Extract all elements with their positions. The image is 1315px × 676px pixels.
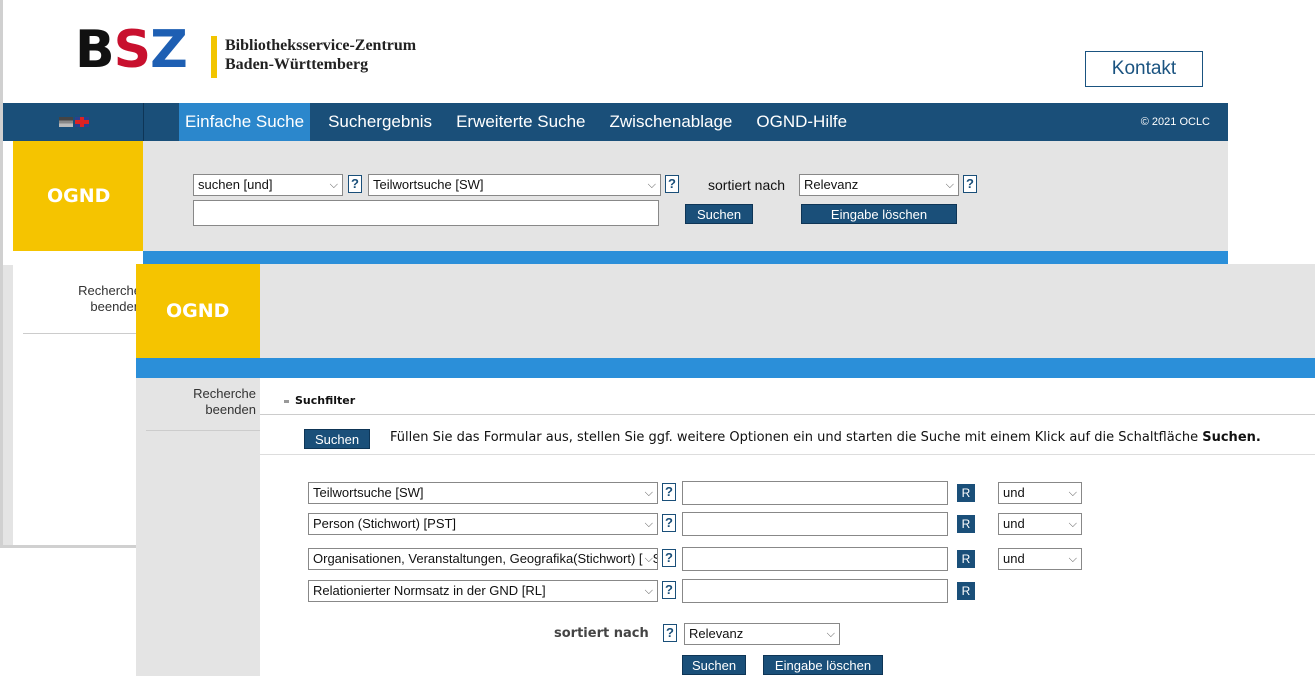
help-question-icon[interactable]: ?: [662, 549, 676, 567]
chevron-down-icon: ⌵: [644, 585, 653, 597]
sort-select[interactable]: Relevanz ⌵: [684, 623, 840, 645]
chevron-down-icon: ⌵: [1068, 518, 1077, 530]
sidebar: [136, 378, 260, 676]
navbar-divider: [143, 103, 144, 141]
filter-value-input[interactable]: [682, 512, 948, 536]
flag-uk-icon[interactable]: [75, 117, 89, 127]
register-button[interactable]: R: [957, 550, 975, 568]
recherche-beenden-link[interactable]: Recherche beenden: [13, 283, 141, 315]
register-button[interactable]: R: [957, 484, 975, 502]
advanced-search-window: OGND Recherche beenden Suchfilter Suchen…: [136, 264, 1315, 676]
boolean-operator-select[interactable]: und ⌵: [998, 513, 1082, 535]
sort-label: sortiert nach: [554, 626, 649, 641]
clear-button[interactable]: Eingabe löschen: [801, 204, 957, 224]
sort-label: sortiert nach: [708, 177, 786, 193]
language-switcher: [59, 117, 89, 127]
chevron-down-icon: ⌵: [1068, 553, 1077, 565]
tab-ognd-hilfe[interactable]: OGND-Hilfe: [750, 103, 853, 141]
chevron-down-icon: ⌵: [945, 179, 954, 191]
logo-yellow-bar: [211, 36, 217, 78]
instruction-text: Füllen Sie das Formular aus, stellen Sie…: [390, 430, 1261, 445]
help-question-icon[interactable]: ?: [662, 483, 676, 501]
kontakt-button[interactable]: Kontakt: [1085, 51, 1203, 87]
left-gutter: [3, 265, 13, 545]
copyright: © 2021 OCLC: [1140, 116, 1210, 128]
chevron-down-icon: ⌵: [644, 487, 653, 499]
chevron-down-icon: ⌵: [1068, 487, 1077, 499]
divider: [260, 454, 1315, 455]
chevron-down-icon: ⌵: [642, 549, 653, 569]
chevron-down-icon: ⌵: [329, 179, 338, 191]
recherche-beenden-link[interactable]: Recherche beenden: [136, 386, 256, 418]
chevron-down-icon: ⌵: [647, 179, 656, 191]
field-select[interactable]: Teilwortsuche [SW] ⌵: [368, 174, 661, 196]
filter-field-select[interactable]: Teilwortsuche [SW] ⌵: [308, 482, 658, 504]
main-navbar: Einfache Suche Suchergebnis Erweiterte S…: [3, 103, 1228, 141]
filter-field-select[interactable]: Organisationen, Veranstaltungen, Geograf…: [308, 548, 658, 570]
help-question-icon[interactable]: ?: [963, 175, 977, 193]
help-question-icon[interactable]: ?: [348, 175, 362, 193]
accent-strip: [136, 358, 1315, 378]
divider: [260, 414, 1315, 415]
chevron-down-icon: ⌵: [826, 628, 835, 640]
search-button[interactable]: Suchen: [682, 655, 746, 675]
tab-erweiterte-suche[interactable]: Erweiterte Suche: [450, 103, 591, 141]
chevron-down-icon: ⌵: [644, 518, 653, 530]
operator-select[interactable]: suchen [und] ⌵: [193, 174, 343, 196]
search-button[interactable]: Suchen: [685, 204, 753, 224]
filter-value-input[interactable]: [682, 481, 948, 505]
nav-tabs: Einfache Suche Suchergebnis Erweiterte S…: [179, 103, 865, 141]
register-button[interactable]: R: [957, 515, 975, 533]
tab-zwischenablage[interactable]: Zwischenablage: [604, 103, 739, 141]
sort-select[interactable]: Relevanz ⌵: [799, 174, 959, 196]
help-question-icon[interactable]: ?: [662, 514, 676, 532]
tab-suchergebnis[interactable]: Suchergebnis: [322, 103, 438, 141]
search-input[interactable]: [193, 200, 659, 226]
accent-strip: [13, 251, 1228, 265]
ognd-logo: OGND: [13, 141, 143, 251]
simple-search-panel: suchen [und] ⌵ ? Teilwortsuche [SW] ⌵ ? …: [143, 141, 1228, 251]
sidebar-divider: [146, 430, 260, 431]
site-header: BSZ Bibliotheksservice-Zentrum Baden-Wür…: [3, 0, 1228, 103]
search-button[interactable]: Suchen: [304, 429, 370, 449]
ognd-logo: OGND: [136, 264, 260, 358]
logo-letters: BSZ: [75, 20, 188, 80]
section-title: Suchfilter: [284, 394, 355, 407]
register-button[interactable]: R: [957, 582, 975, 600]
boolean-operator-select[interactable]: und ⌵: [998, 548, 1082, 570]
tab-einfache-suche[interactable]: Einfache Suche: [179, 103, 311, 141]
header-panel: [260, 264, 1315, 358]
filter-field-select[interactable]: Relationierter Normsatz in der GND [RL] …: [308, 580, 658, 602]
boolean-operator-select[interactable]: und ⌵: [998, 482, 1082, 504]
help-question-icon[interactable]: ?: [663, 624, 677, 642]
help-question-icon[interactable]: ?: [662, 581, 676, 599]
help-question-icon[interactable]: ?: [665, 175, 679, 193]
filter-field-select[interactable]: Person (Stichwort) [PST] ⌵: [308, 513, 658, 535]
filter-value-input[interactable]: [682, 579, 948, 603]
flag-germany-icon[interactable]: [59, 117, 73, 127]
sidebar-divider: [23, 333, 141, 334]
filter-value-input[interactable]: [682, 547, 948, 571]
clear-button[interactable]: Eingabe löschen: [763, 655, 883, 675]
logo-name: Bibliotheksservice-Zentrum Baden-Württem…: [225, 37, 417, 73]
